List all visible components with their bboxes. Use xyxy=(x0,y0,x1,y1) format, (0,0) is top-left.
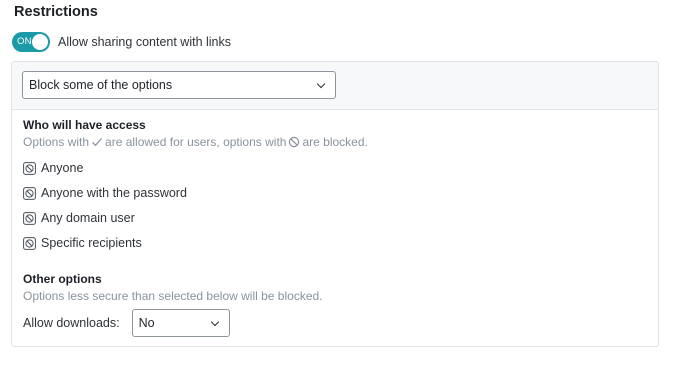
other-section-title: Other options xyxy=(23,272,102,286)
access-section-hint: Options with are allowed for users, opti… xyxy=(23,135,368,149)
blocked-icon xyxy=(23,186,36,200)
downloads-row: Allow downloads: No xyxy=(23,309,230,337)
restrictions-panel: Block some of the options Who will have … xyxy=(11,61,659,347)
access-option-password[interactable]: Anyone with the password xyxy=(23,185,187,201)
downloads-label: Allow downloads: xyxy=(23,316,120,330)
blocked-icon xyxy=(23,211,36,225)
access-option-domain-user[interactable]: Any domain user xyxy=(23,210,135,226)
sharing-toggle-label: Allow sharing content with links xyxy=(58,35,231,49)
downloads-select[interactable]: No xyxy=(131,309,230,337)
sharing-toggle[interactable]: ON xyxy=(12,32,50,52)
blocked-icon xyxy=(23,236,36,250)
chevron-down-icon xyxy=(210,317,219,326)
access-option-specific-recipients[interactable]: Specific recipients xyxy=(23,235,142,251)
access-option-anyone[interactable]: Anyone xyxy=(23,160,83,176)
toggle-state-label: ON xyxy=(17,36,32,47)
downloads-value: No xyxy=(138,316,155,330)
restrictions-heading: Restrictions xyxy=(14,4,98,20)
toggle-knob xyxy=(32,34,48,50)
access-option-label: Specific recipients xyxy=(41,236,142,250)
hint-text-3: are blocked. xyxy=(302,135,368,149)
sharing-toggle-row: ON Allow sharing content with links xyxy=(12,32,231,52)
hint-text-1: Options with xyxy=(23,135,90,149)
access-option-label: Any domain user xyxy=(41,211,135,225)
restriction-mode-select[interactable]: Block some of the options xyxy=(22,71,336,99)
check-icon xyxy=(91,136,103,148)
panel-header: Block some of the options xyxy=(12,62,658,110)
hint-text-2: are allowed for users, options with xyxy=(105,135,287,149)
access-option-label: Anyone with the password xyxy=(41,186,187,200)
other-section-hint: Options less secure than selected below … xyxy=(23,289,323,303)
access-section-title: Who will have access xyxy=(23,118,146,132)
blocked-icon xyxy=(23,161,36,175)
restriction-mode-value: Block some of the options xyxy=(29,78,173,92)
access-option-label: Anyone xyxy=(41,161,84,175)
blocked-icon xyxy=(288,136,300,148)
chevron-down-icon xyxy=(316,79,326,88)
